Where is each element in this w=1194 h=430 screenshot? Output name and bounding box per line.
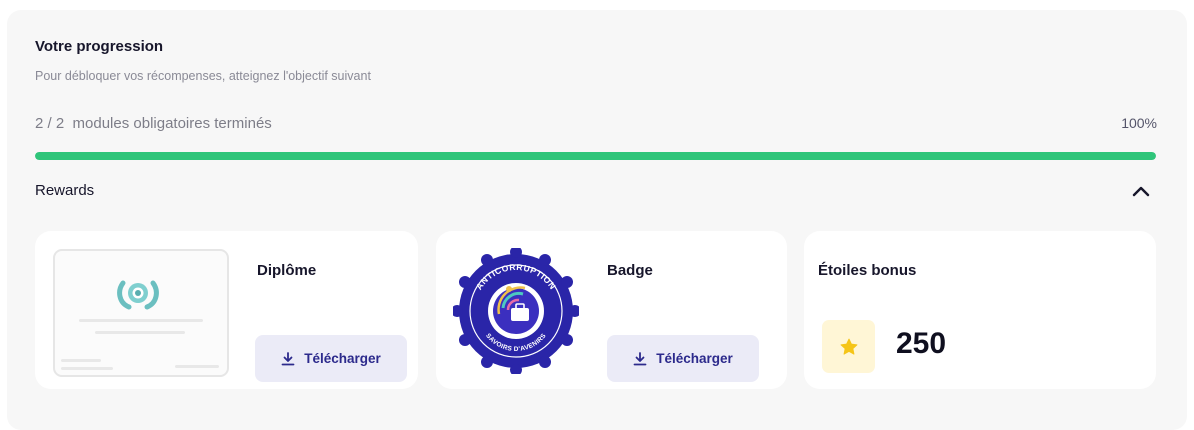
progress-bar bbox=[35, 152, 1156, 160]
page-subtitle: Pour débloquer vos récompenses, atteigne… bbox=[35, 69, 371, 83]
bonus-stars-title: Étoiles bonus bbox=[818, 262, 917, 279]
download-diplome-button[interactable]: Télécharger bbox=[255, 335, 407, 382]
download-diplome-label: Télécharger bbox=[304, 351, 381, 366]
badge-title: Badge bbox=[607, 262, 653, 279]
laurel-icon bbox=[117, 280, 159, 310]
thumb-line bbox=[61, 359, 101, 362]
star-badge bbox=[822, 320, 875, 373]
reward-card-badge: ANTICORRUPTION SAVOIRS D'AVENIRS Badge T… bbox=[436, 231, 787, 389]
thumb-line bbox=[61, 367, 113, 370]
rewards-section-title: Rewards bbox=[35, 182, 95, 199]
thumb-line bbox=[95, 331, 185, 334]
diplome-title: Diplôme bbox=[257, 262, 317, 279]
chevron-up-icon[interactable] bbox=[1130, 182, 1152, 200]
thumb-line bbox=[175, 365, 219, 368]
diploma-preview-image bbox=[53, 249, 229, 377]
progress-bar-fill bbox=[35, 152, 1156, 160]
thumb-line bbox=[79, 319, 203, 322]
download-icon bbox=[281, 351, 295, 365]
page-title: Votre progression bbox=[35, 38, 164, 55]
progress-percent: 100% bbox=[1121, 115, 1157, 131]
bonus-stars-value: 250 bbox=[896, 327, 947, 360]
progress-label: 2 / 2 modules obligatoires terminés bbox=[35, 115, 272, 132]
anticorruption-badge-image: ANTICORRUPTION SAVOIRS D'AVENIRS bbox=[453, 248, 579, 374]
download-badge-label: Télécharger bbox=[656, 351, 733, 366]
reward-card-diplome: Diplôme Télécharger bbox=[35, 231, 418, 389]
reward-card-bonus-stars: Étoiles bonus 250 bbox=[804, 231, 1156, 389]
download-icon bbox=[633, 351, 647, 365]
star-icon bbox=[840, 338, 857, 355]
download-badge-button[interactable]: Télécharger bbox=[607, 335, 759, 382]
